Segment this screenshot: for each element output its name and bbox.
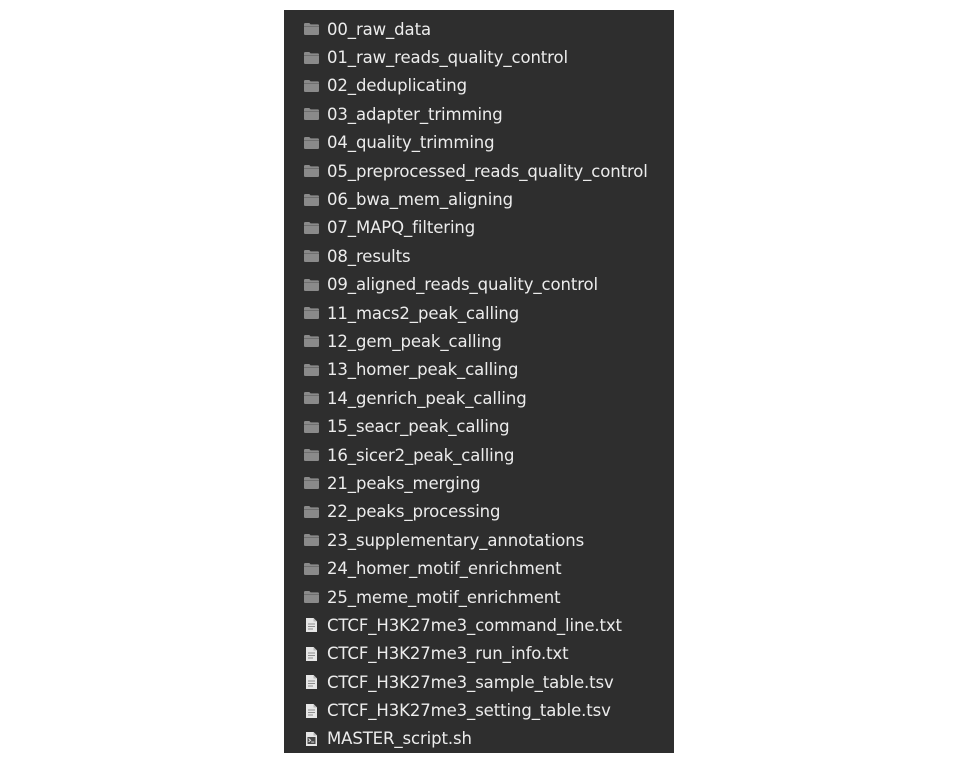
folder-icon [303, 362, 320, 377]
folder-icon [303, 504, 320, 519]
folder-icon [303, 419, 320, 434]
folder-icon [303, 135, 320, 150]
folder-item-23-supplementary-annotations[interactable]: 23_supplementary_annotations [284, 526, 674, 554]
file-name-label: CTCF_H3K27me3_run_info.txt [327, 644, 569, 664]
file-name-label: MASTER_script.sh [327, 729, 472, 749]
folder-name-label: 16_sicer2_peak_calling [327, 445, 515, 465]
folder-icon [303, 334, 320, 349]
folder-name-label: 12_gem_peak_calling [327, 331, 502, 351]
folder-name-label: 15_seacr_peak_calling [327, 417, 510, 437]
text-file-icon [303, 675, 320, 690]
text-file-icon [303, 646, 320, 661]
folder-icon [303, 164, 320, 179]
folder-name-label: 13_homer_peak_calling [327, 360, 519, 380]
file-name-label: CTCF_H3K27me3_command_line.txt [327, 615, 622, 635]
folder-item-21-peaks-merging[interactable]: 21_peaks_merging [284, 469, 674, 497]
folder-item-06-bwa-mem-aligning[interactable]: 06_bwa_mem_aligning [284, 185, 674, 213]
folder-name-label: 01_raw_reads_quality_control [327, 48, 568, 68]
folder-name-label: 06_bwa_mem_aligning [327, 190, 513, 210]
folder-name-label: 05_preprocessed_reads_quality_control [327, 161, 648, 181]
folder-icon [303, 476, 320, 491]
folder-item-12-gem-peak-calling[interactable]: 12_gem_peak_calling [284, 327, 674, 355]
folder-item-04-quality-trimming[interactable]: 04_quality_trimming [284, 129, 674, 157]
folder-name-label: 23_supplementary_annotations [327, 530, 585, 550]
folder-icon [303, 590, 320, 605]
folder-item-01-raw-reads-quality-control[interactable]: 01_raw_reads_quality_control [284, 43, 674, 71]
file-name-label: CTCF_H3K27me3_sample_table.tsv [327, 672, 614, 692]
file-item-ctcf-h3k27me3-setting-table-tsv[interactable]: CTCF_H3K27me3_setting_table.tsv [284, 696, 674, 724]
folder-icon [303, 107, 320, 122]
folder-name-label: 08_results [327, 246, 411, 266]
folder-item-03-adapter-trimming[interactable]: 03_adapter_trimming [284, 100, 674, 128]
file-item-master-script-sh[interactable]: MASTER_script.sh [284, 725, 674, 753]
folder-icon [303, 448, 320, 463]
folder-icon [303, 50, 320, 65]
folder-name-label: 09_aligned_reads_quality_control [327, 275, 599, 295]
folder-item-00-raw-data[interactable]: 00_raw_data [284, 15, 674, 43]
folder-name-label: 03_adapter_trimming [327, 104, 503, 124]
folder-name-label: 25_meme_motif_enrichment [327, 587, 561, 607]
text-file-icon [303, 618, 320, 633]
folder-icon [303, 78, 320, 93]
script-file-icon [303, 731, 320, 746]
folder-item-11-macs2-peak-calling[interactable]: 11_macs2_peak_calling [284, 299, 674, 327]
folder-icon [303, 561, 320, 576]
folder-item-25-meme-motif-enrichment[interactable]: 25_meme_motif_enrichment [284, 583, 674, 611]
folder-item-14-genrich-peak-calling[interactable]: 14_genrich_peak_calling [284, 384, 674, 412]
folder-icon [303, 391, 320, 406]
folder-icon [303, 22, 320, 37]
file-item-ctcf-h3k27me3-sample-table-tsv[interactable]: CTCF_H3K27me3_sample_table.tsv [284, 668, 674, 696]
text-file-icon [303, 703, 320, 718]
folder-icon [303, 277, 320, 292]
folder-icon [303, 306, 320, 321]
folder-name-label: 11_macs2_peak_calling [327, 303, 520, 323]
folder-icon [303, 533, 320, 548]
file-item-ctcf-h3k27me3-run-info-txt[interactable]: CTCF_H3K27me3_run_info.txt [284, 640, 674, 668]
folder-item-02-deduplicating[interactable]: 02_deduplicating [284, 72, 674, 100]
folder-item-05-preprocessed-reads-quality-control[interactable]: 05_preprocessed_reads_quality_control [284, 157, 674, 185]
folder-icon [303, 192, 320, 207]
folder-name-label: 21_peaks_merging [327, 473, 481, 493]
folder-name-label: 07_MAPQ_filtering [327, 218, 476, 238]
folder-item-16-sicer2-peak-calling[interactable]: 16_sicer2_peak_calling [284, 441, 674, 469]
file-list-panel: 00_raw_data 01_raw_reads_quality_control 0… [284, 10, 674, 753]
folder-name-label: 04_quality_trimming [327, 133, 495, 153]
folder-icon [303, 249, 320, 264]
file-name-label: CTCF_H3K27me3_setting_table.tsv [327, 701, 611, 721]
folder-item-09-aligned-reads-quality-control[interactable]: 09_aligned_reads_quality_control [284, 271, 674, 299]
folder-name-label: 02_deduplicating [327, 76, 468, 96]
folder-name-label: 00_raw_data [327, 19, 431, 39]
file-item-ctcf-h3k27me3-command-line-txt[interactable]: CTCF_H3K27me3_command_line.txt [284, 611, 674, 639]
folder-item-22-peaks-processing[interactable]: 22_peaks_processing [284, 498, 674, 526]
folder-name-label: 22_peaks_processing [327, 502, 501, 522]
folder-item-15-seacr-peak-calling[interactable]: 15_seacr_peak_calling [284, 412, 674, 440]
folder-name-label: 24_homer_motif_enrichment [327, 559, 562, 579]
folder-item-07-mapq-filtering[interactable]: 07_MAPQ_filtering [284, 214, 674, 242]
folder-name-label: 14_genrich_peak_calling [327, 388, 527, 408]
folder-item-24-homer-motif-enrichment[interactable]: 24_homer_motif_enrichment [284, 554, 674, 582]
folder-icon [303, 220, 320, 235]
folder-item-08-results[interactable]: 08_results [284, 242, 674, 270]
folder-item-13-homer-peak-calling[interactable]: 13_homer_peak_calling [284, 356, 674, 384]
